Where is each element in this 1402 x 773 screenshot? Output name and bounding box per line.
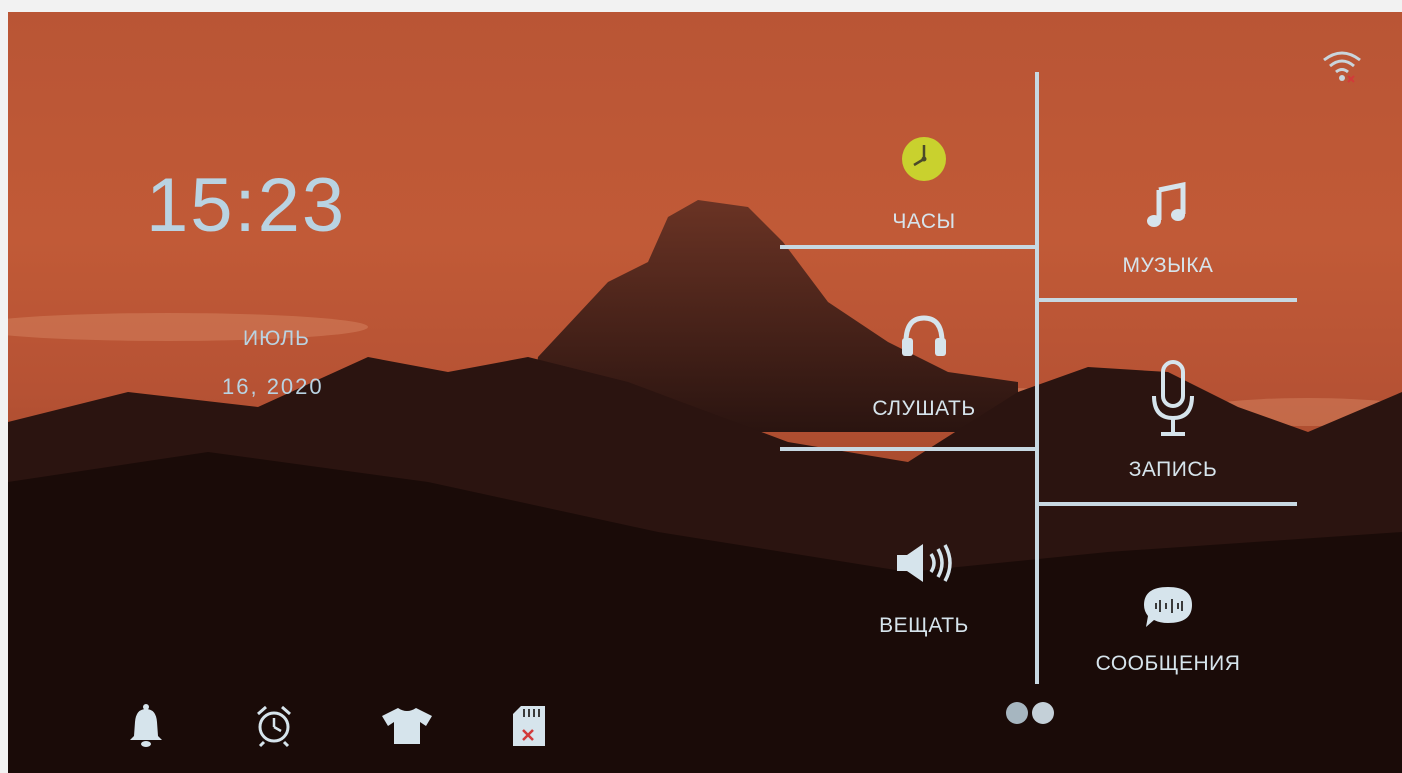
date-day-year: 16, 2020: [222, 374, 324, 399]
sd-card-error-icon[interactable]: [511, 704, 547, 748]
page-indicator-dot-1[interactable]: [1006, 702, 1028, 724]
tile-messages-label: СООБЩЕНИЯ: [1095, 652, 1241, 675]
tile-clock[interactable]: ЧАСЫ: [854, 135, 994, 234]
menu-divider-left-1: [780, 245, 1035, 249]
tile-clock-label: ЧАСЫ: [892, 210, 956, 233]
clock-time: 15:23: [146, 163, 347, 248]
tile-record-label: ЗАПИСЬ: [1128, 458, 1218, 481]
tile-record[interactable]: ЗАПИСЬ: [1098, 360, 1248, 482]
page-indicator-dot-2[interactable]: [1032, 702, 1054, 724]
microphone-icon: [1152, 360, 1194, 436]
menu-divider-right-1: [1039, 298, 1297, 302]
menu-divider-right-2: [1039, 502, 1297, 506]
headphones-icon: [902, 315, 946, 356]
alarm-clock-icon[interactable]: [254, 704, 294, 748]
date-month: ИЮЛЬ: [243, 327, 310, 350]
chat-bubble-icon: [1144, 587, 1192, 627]
menu-divider-vertical: [1035, 72, 1039, 684]
clock-icon: [902, 137, 946, 181]
tile-broadcast[interactable]: ВЕЩАТЬ: [854, 540, 994, 638]
tile-messages[interactable]: СООБЩЕНИЯ: [1068, 584, 1268, 676]
music-note-icon: [1147, 182, 1186, 227]
speaker-icon: [897, 544, 952, 582]
wifi-disconnected-icon: [1323, 51, 1361, 83]
device-screen: 15:23 ИЮЛЬ 16, 2020 ЧАСЫ МУЗЫКА СЛУШАТЬ …: [8, 12, 1402, 773]
tile-music-label: МУЗЫКА: [1122, 254, 1214, 277]
shirt-icon[interactable]: [380, 706, 434, 746]
bell-icon[interactable]: [126, 702, 166, 748]
menu-divider-left-2: [780, 447, 1035, 451]
tile-listen-label: СЛУШАТЬ: [872, 397, 976, 420]
tile-listen[interactable]: СЛУШАТЬ: [844, 312, 1004, 421]
tile-broadcast-label: ВЕЩАТЬ: [879, 614, 969, 637]
tile-music[interactable]: МУЗЫКА: [1093, 182, 1243, 278]
